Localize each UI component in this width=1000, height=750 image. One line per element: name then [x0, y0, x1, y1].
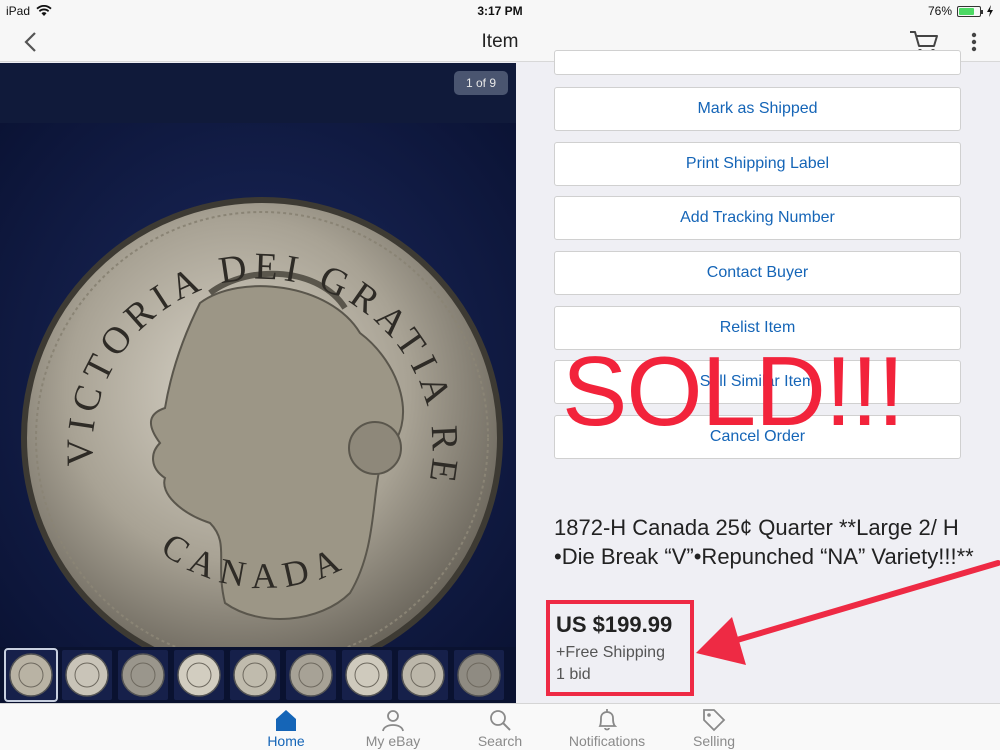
thumbnail-coin-graphic [454, 650, 504, 700]
image-counter-badge: 1 of 9 [454, 71, 508, 95]
tab-label: My eBay [365, 733, 421, 749]
thumbnail-coin-graphic [342, 650, 392, 700]
sell-similar-item-button[interactable]: Sell Similar Item [554, 360, 961, 405]
person-icon [382, 710, 404, 732]
tab-search[interactable]: Search [450, 704, 550, 750]
add-tracking-number-button[interactable]: Add Tracking Number [554, 196, 961, 241]
more-vertical-icon [971, 32, 977, 52]
battery-fill [959, 7, 975, 15]
tab-home[interactable]: Home [236, 704, 336, 750]
tab-label: Notifications [568, 733, 646, 749]
thumbnail-image[interactable] [398, 650, 448, 700]
search-icon [490, 710, 511, 731]
thumbnail-image[interactable] [62, 650, 112, 700]
thumbnail-coin-graphic [174, 650, 224, 700]
thumbnail-image[interactable] [174, 650, 224, 700]
relist-item-button[interactable]: Relist Item [554, 305, 961, 350]
thumbnail-coin-graphic [6, 650, 56, 700]
tab-label: Search [477, 733, 523, 749]
battery-icon [957, 5, 983, 17]
tab-selling[interactable]: Selling [664, 704, 764, 750]
print-shipping-label-button[interactable]: Print Shipping Label [554, 141, 961, 186]
coin-photo[interactable]: VICTORIA DEI GRATIA REGINA CANADA [0, 123, 516, 703]
thumbnail-coin-graphic [230, 650, 280, 700]
bell-icon [598, 709, 618, 731]
tab-label: Home [267, 733, 305, 749]
status-bar: iPad 3:17 PM 76% [0, 0, 1000, 22]
battery-percent: 76% [927, 4, 952, 18]
contact-buyer-button[interactable]: Contact Buyer [554, 251, 961, 296]
tab-label: Selling [692, 733, 736, 749]
thumbnail-coin-graphic [118, 650, 168, 700]
tag-icon [703, 709, 726, 732]
thumbnail-image[interactable] [4, 648, 58, 702]
chevron-left-icon [24, 32, 36, 52]
order-actions: Mark as Shipped Print Shipping Label Add… [554, 50, 961, 470]
more-options-button[interactable] [962, 28, 986, 56]
item-image-gallery[interactable]: VICTORIA DEI GRATIA REGINA CANADA 1 of 9 [0, 63, 516, 703]
home-icon [276, 710, 296, 731]
thumbnail-image[interactable] [230, 650, 280, 700]
tab-notifications[interactable]: Notifications [557, 704, 657, 750]
tab-bar: Home My eBay Search Notifications Selling [0, 703, 1000, 750]
thumbnail-coin-graphic [62, 650, 112, 700]
tab-my-ebay[interactable]: My eBay [343, 704, 443, 750]
back-button[interactable] [16, 28, 44, 56]
thumbnail-coin-graphic [286, 650, 336, 700]
cancel-order-button[interactable]: Cancel Order [554, 415, 961, 460]
status-time: 3:17 PM [477, 4, 523, 18]
thumbnail-image[interactable] [118, 650, 168, 700]
thumbnail-image[interactable] [286, 650, 336, 700]
annotation-arrow [696, 560, 1000, 665]
price-highlight-box: US $199.99 +Free Shipping 1 bid [546, 600, 694, 696]
bid-count: 1 bid [556, 666, 591, 683]
charging-icon [987, 5, 993, 17]
thumbnail-image[interactable] [342, 650, 392, 700]
mark-as-shipped-button[interactable]: Mark as Shipped [554, 87, 961, 131]
thumbnail-strip [0, 647, 516, 703]
item-price: US $199.99 [556, 612, 673, 637]
thumbnail-image[interactable] [454, 650, 504, 700]
action-button-hidden[interactable] [554, 50, 961, 75]
shipping-info: +Free Shipping [556, 644, 665, 661]
thumbnail-coin-graphic [398, 650, 448, 700]
gallery-header-band [0, 63, 516, 123]
